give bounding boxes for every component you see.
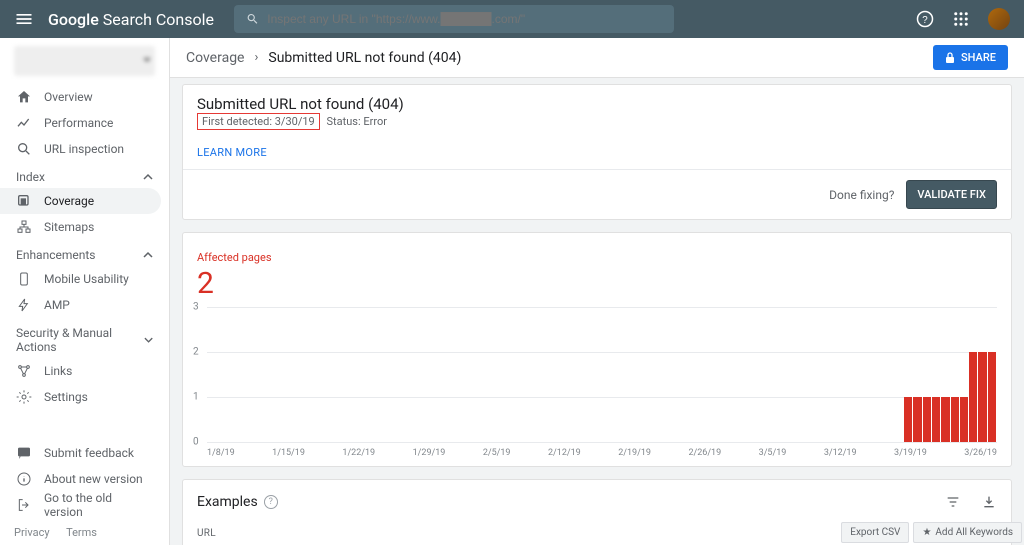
sidebar-item-mobile[interactable]: Mobile Usability (0, 266, 169, 292)
feedback-icon (16, 445, 32, 461)
search-icon (246, 12, 259, 26)
hamburger-icon[interactable] (14, 9, 34, 29)
sidebar: Overview Performance URL inspection Inde… (0, 38, 170, 545)
sidebar-item-feedback[interactable]: Submit feedback (0, 440, 169, 466)
sidebar-item-amp[interactable]: AMP (0, 292, 169, 318)
validate-fix-button[interactable]: VALIDATE FIX (906, 180, 997, 209)
breadcrumb-current: Submitted URL not found (404) (268, 50, 461, 66)
terms-link[interactable]: Terms (66, 526, 97, 539)
section-label: Enhancements (16, 248, 96, 262)
privacy-link[interactable]: Privacy (14, 526, 50, 539)
export-csv-button[interactable]: Export CSV (841, 522, 909, 543)
logo-google: Google (48, 10, 99, 29)
sidebar-item-sitemaps[interactable]: Sitemaps (0, 214, 169, 240)
sidebar-label: Sitemaps (44, 220, 94, 234)
svg-text:?: ? (922, 15, 928, 26)
learn-more-link[interactable]: LEARN MORE (197, 146, 267, 159)
breadcrumb-root[interactable]: Coverage (186, 50, 244, 66)
sidebar-item-performance[interactable]: Performance (0, 110, 169, 136)
breadcrumb: Coverage › Submitted URL not found (404)… (170, 38, 1024, 78)
add-keywords-button[interactable]: ★ Add All Keywords (913, 522, 1022, 543)
issue-meta: First detected: 3/30/19 Status: Error (197, 115, 997, 128)
chevron-up-icon (143, 250, 153, 260)
status-value: Error (363, 115, 387, 128)
sidebar-item-old-version[interactable]: Go to the old version (0, 492, 169, 518)
chevron-up-icon (143, 172, 153, 182)
star-icon: ★ (922, 527, 931, 538)
sidebar-label: AMP (44, 298, 70, 312)
sidebar-label: Overview (44, 90, 93, 104)
url-inspect-input[interactable] (267, 12, 662, 26)
affected-pages-count: 2 (197, 266, 997, 301)
sidebar-label: About new version (44, 472, 143, 486)
sidebar-label: Links (44, 364, 72, 378)
avatar[interactable] (988, 8, 1010, 30)
sitemaps-icon (16, 219, 32, 235)
share-button[interactable]: SHARE (933, 45, 1008, 70)
section-label: Security & Manual Actions (16, 326, 144, 354)
app-header: Google Search Console ? (0, 0, 1024, 38)
apps-icon[interactable] (952, 10, 970, 28)
download-icon[interactable] (981, 494, 997, 510)
section-label: Index (16, 170, 45, 184)
extension-toolbar: Export CSV ★ Add All Keywords (841, 522, 1022, 543)
chevron-right-icon: › (254, 50, 258, 65)
add-kw-label: Add All Keywords (935, 527, 1013, 538)
sidebar-label: URL inspection (44, 142, 124, 156)
sidebar-section-enhancements[interactable]: Enhancements (0, 240, 169, 266)
sidebar-item-settings[interactable]: Settings (0, 384, 169, 410)
sidebar-item-about[interactable]: About new version (0, 466, 169, 492)
mobile-icon (16, 271, 32, 287)
sidebar-footer: Privacy Terms (14, 526, 111, 539)
url-inspect-searchbar[interactable] (234, 5, 674, 33)
help-icon[interactable]: ? (916, 10, 934, 28)
home-icon (16, 89, 32, 105)
sidebar-section-index[interactable]: Index (0, 162, 169, 188)
issue-summary-card: Submitted URL not found (404) First dete… (182, 84, 1012, 220)
chevron-down-icon (144, 335, 153, 345)
exit-icon (16, 497, 32, 513)
share-label: SHARE (961, 51, 996, 64)
chart-x-axis: 1/8/191/15/191/22/191/29/192/5/192/12/19… (207, 448, 997, 458)
amp-icon (16, 297, 32, 313)
sidebar-label: Settings (44, 390, 88, 404)
issue-title: Submitted URL not found (404) (197, 95, 997, 113)
first-detected-value: 3/30/19 (275, 115, 315, 128)
coverage-icon (16, 193, 32, 209)
done-fixing-text: Done fixing? (829, 188, 894, 202)
app-logo: Google Search Console (48, 10, 214, 29)
links-icon (16, 363, 32, 379)
sidebar-item-overview[interactable]: Overview (0, 84, 169, 110)
sidebar-item-url-inspection[interactable]: URL inspection (0, 136, 169, 162)
help-icon[interactable]: ? (264, 495, 278, 509)
affected-pages-chart: 0123 (197, 307, 997, 442)
status-label: Status: (326, 115, 360, 128)
sidebar-label: Performance (44, 116, 113, 130)
sidebar-label: Submit feedback (44, 446, 134, 460)
sidebar-item-links[interactable]: Links (0, 358, 169, 384)
property-selector[interactable] (14, 46, 155, 76)
main-content: Coverage › Submitted URL not found (404)… (170, 38, 1024, 545)
sidebar-label: Go to the old version (44, 491, 153, 519)
filter-icon[interactable] (945, 494, 961, 510)
affected-pages-label: Affected pages (197, 251, 997, 264)
sidebar-label: Coverage (44, 194, 94, 208)
info-icon (16, 471, 32, 487)
trend-icon (16, 115, 32, 131)
first-detected-label: First detected: (202, 115, 272, 128)
gear-icon (16, 389, 32, 405)
sidebar-label: Mobile Usability (44, 272, 129, 286)
logo-sc: Search Console (103, 10, 214, 29)
col-url: URL (197, 528, 216, 539)
affected-pages-card: Affected pages 2 0123 1/8/191/15/191/22/… (182, 232, 1012, 467)
sidebar-section-security[interactable]: Security & Manual Actions (0, 318, 169, 358)
lock-icon (945, 52, 955, 64)
sidebar-item-coverage[interactable]: Coverage (0, 188, 161, 214)
search-icon (16, 141, 32, 157)
examples-title: Examples (197, 494, 258, 510)
